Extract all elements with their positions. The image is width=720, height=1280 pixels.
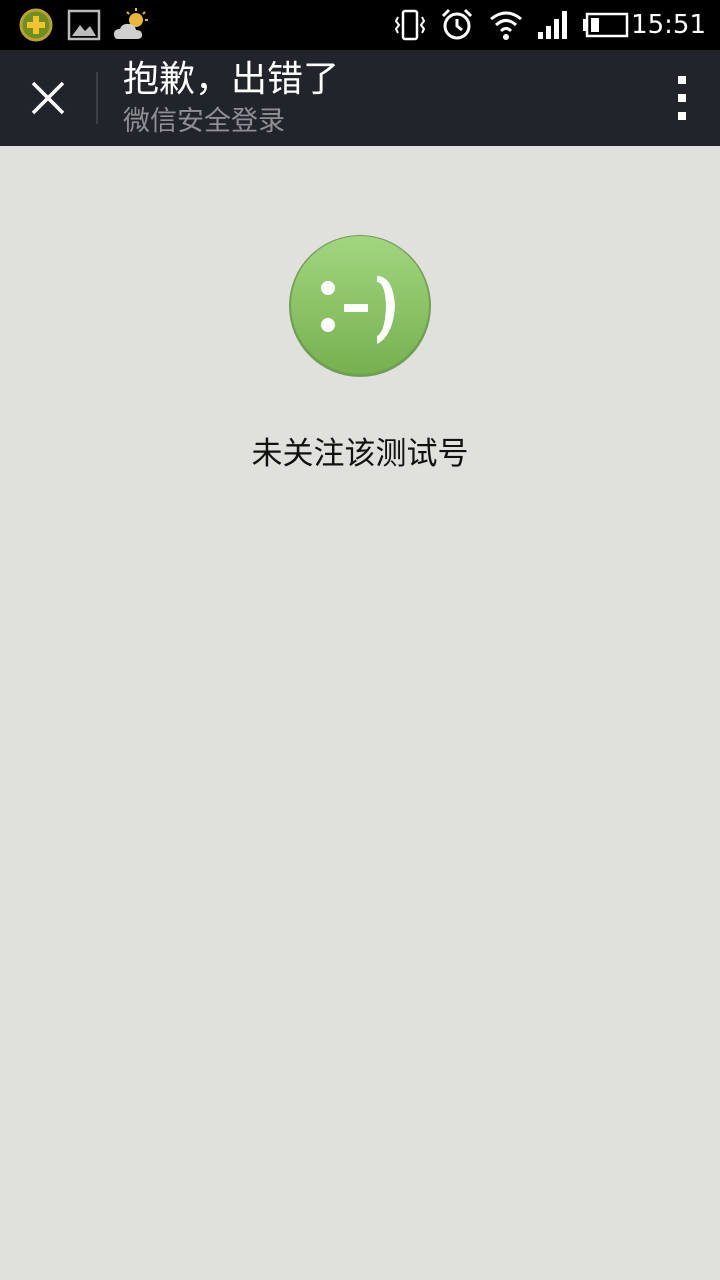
signal-icon: [538, 11, 567, 39]
page-title: 抱歉，出错了: [123, 59, 340, 100]
close-button[interactable]: [0, 50, 96, 146]
vibrate-icon: [394, 9, 426, 41]
action-bar-divider: [96, 72, 98, 124]
wifi-icon: [490, 11, 522, 40]
more-options-button[interactable]: [670, 72, 694, 124]
battery-icon: [583, 12, 629, 38]
page-subtitle: 微信安全登录: [123, 106, 285, 137]
app-notification-icon: [19, 8, 53, 42]
alarm-icon: [441, 8, 473, 40]
action-bar: 抱歉，出错了 微信安全登录: [0, 50, 720, 146]
close-icon: [31, 81, 65, 115]
status-bar: 15:51: [0, 0, 720, 50]
gallery-icon: [67, 9, 101, 41]
error-message: 未关注该测试号: [251, 436, 469, 472]
screen: 15:51 抱歉，出错了 微信安全登录 未关注该测试号: [0, 0, 720, 1280]
smiley-icon: [289, 235, 431, 377]
status-time: 15:51: [631, 10, 706, 40]
weather-icon: [114, 8, 148, 39]
